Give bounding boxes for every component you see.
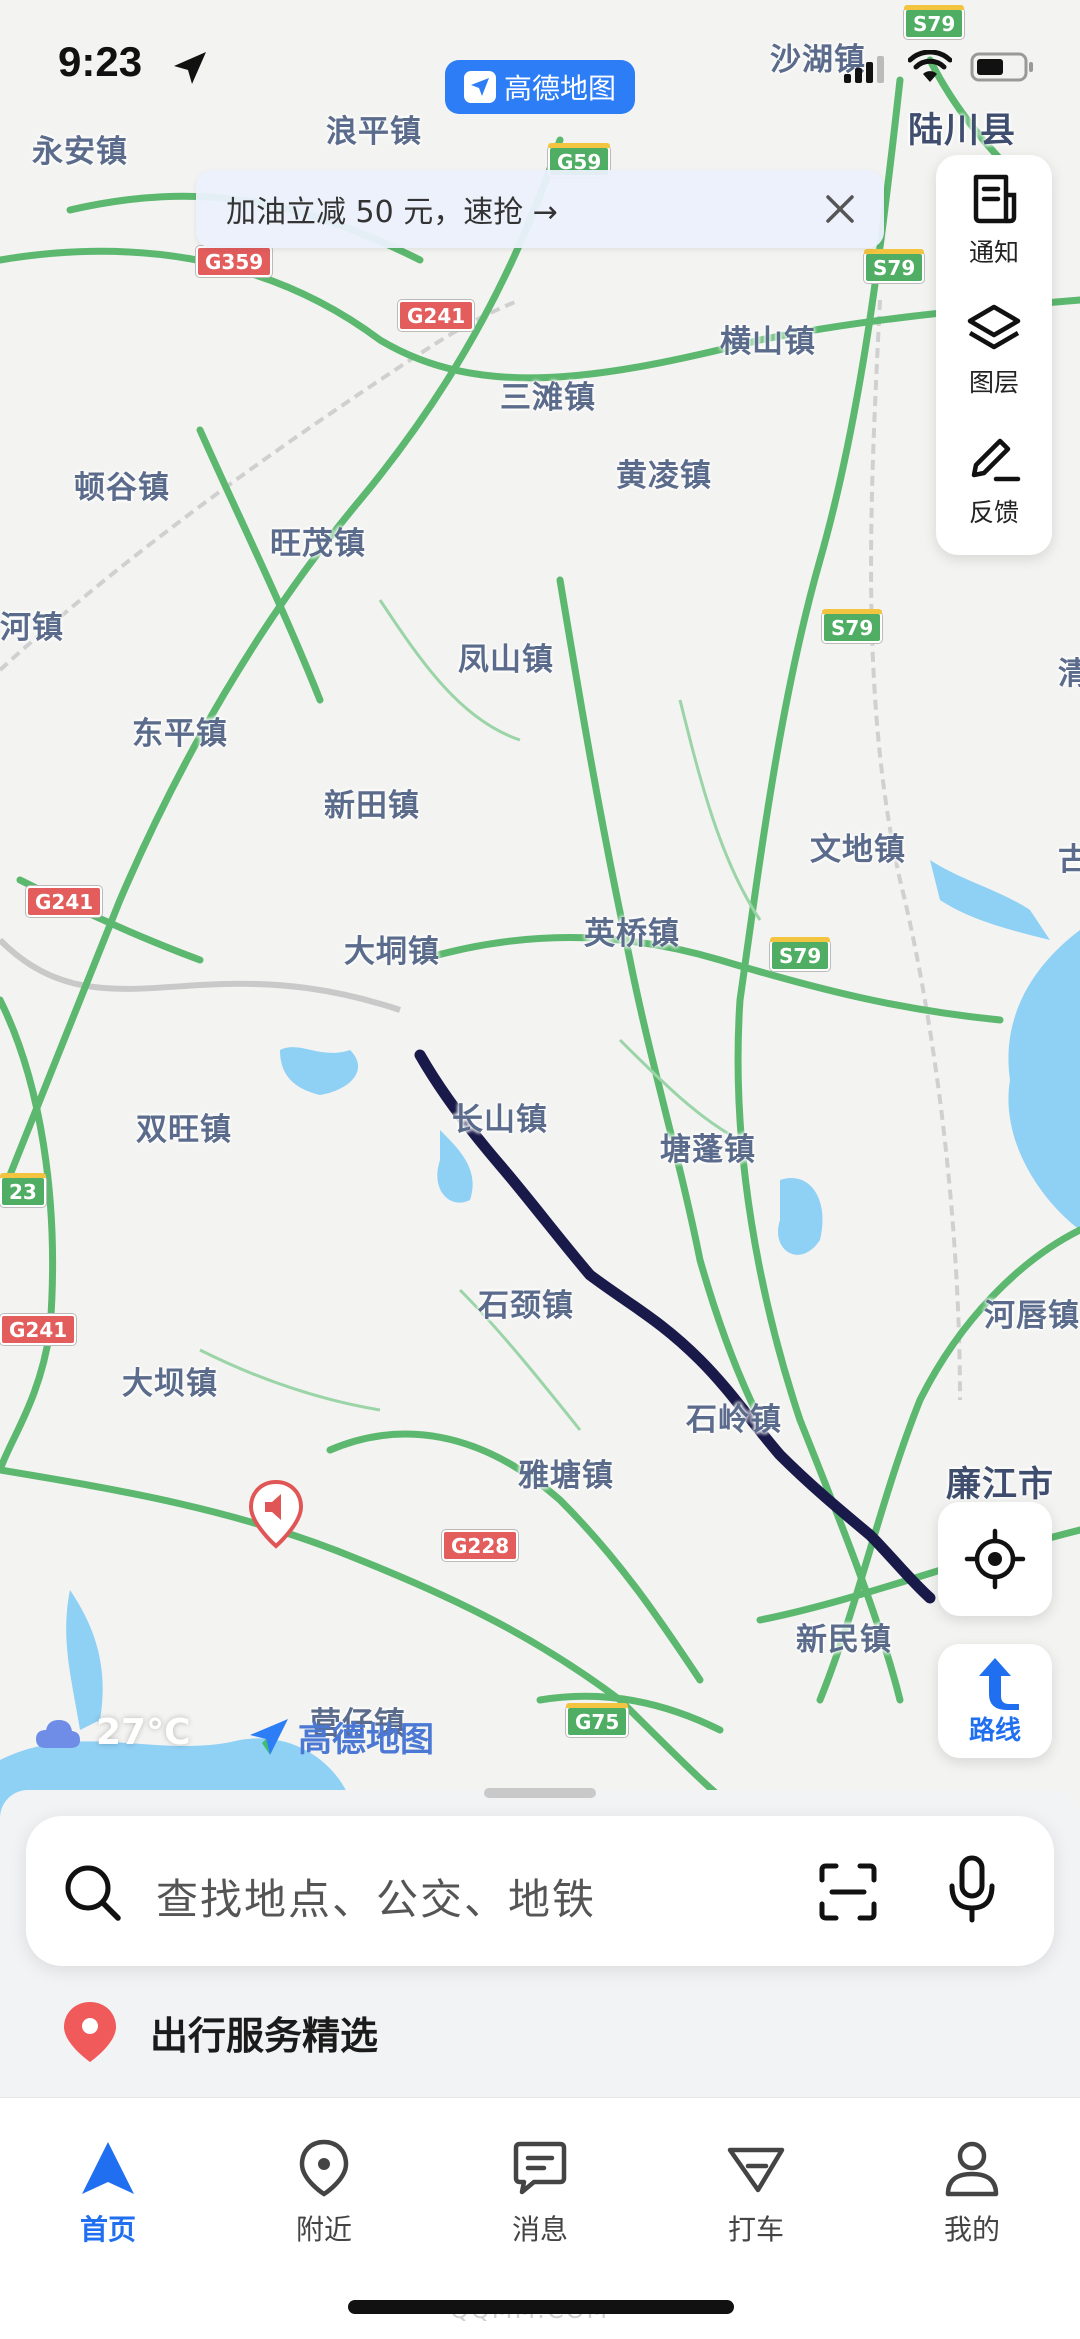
location-arrow-icon (174, 52, 206, 84)
close-icon[interactable] (818, 187, 862, 231)
navigate-arrow-icon (82, 2142, 134, 2194)
place-label: 新民镇 (796, 1622, 892, 1658)
road-shield: G241 (398, 300, 475, 331)
speaker-pin-icon[interactable] (248, 1479, 304, 1550)
place-label: 塘蓬镇 (660, 1132, 756, 1168)
side-label: 图层 (968, 368, 1019, 397)
user-icon (945, 2141, 999, 2197)
tab-taxi[interactable]: 打车 (686, 2138, 826, 2248)
place-label: 双旺镇 (136, 1112, 232, 1148)
road-shield: S79 (864, 249, 925, 283)
app-return-pill[interactable]: 高德地图 (445, 60, 635, 114)
road-shield: G228 (442, 1530, 519, 1561)
map-view[interactable]: 沙湖镇 陆川县 永安镇 浪平镇 横山镇 三滩镇 顿谷镇 黄凌镇 旺茂镇 河镇 凤… (0, 0, 1080, 1830)
place-label: 文地镇 (810, 832, 906, 868)
map-watermark: 高德地图 (248, 1712, 434, 1761)
promo-text: 加油立减 50 元，速抢 → (226, 195, 558, 230)
weather-widget[interactable]: 27°C (34, 1712, 191, 1753)
wifi-icon (908, 50, 952, 82)
place-label: 大坝镇 (122, 1366, 218, 1402)
app-pill-label: 高德地图 (503, 72, 616, 105)
notification-icon (973, 174, 1017, 224)
place-label: 清 (1058, 656, 1080, 692)
notification-button[interactable]: 通知 (936, 155, 1052, 285)
place-label: 长山镇 (452, 1102, 548, 1138)
side-label: 通知 (968, 238, 1019, 267)
side-label: 反馈 (968, 498, 1019, 527)
promo-banner[interactable]: 加油立减 50 元，速抢 → (196, 170, 884, 248)
place-label: 河镇 (0, 610, 64, 646)
sheet-drag-handle[interactable] (484, 1788, 596, 1798)
tab-nearby[interactable]: 附近 (254, 2138, 394, 2248)
road-shield: G241 (0, 1314, 77, 1345)
watermark-text: 高德地图 (298, 1720, 434, 1760)
tab-label: 首页 (79, 2213, 136, 2246)
search-input[interactable]: 查找地点、公交、地铁 (156, 1866, 596, 1927)
road-shield: 23 (0, 1173, 46, 1207)
place-label: 旺茂镇 (270, 526, 366, 562)
tab-label: 打车 (727, 2213, 784, 2246)
road-shield: S79 (822, 609, 883, 643)
nearby-pin-icon (299, 2139, 349, 2197)
cellular-signal-icon (844, 56, 884, 83)
travel-services-row[interactable]: 出行服务精选 (60, 2000, 378, 2064)
place-label: 石岭镇 (686, 1402, 782, 1438)
cloud-icon (36, 1719, 80, 1748)
place-label: 永安镇 (32, 134, 128, 170)
road-shield: G75 (566, 1703, 629, 1737)
place-label: 大垌镇 (344, 934, 440, 970)
tab-label: 我的 (943, 2213, 1000, 2246)
place-label: 顿谷镇 (74, 470, 170, 506)
route-button-label: 路线 (968, 1715, 1021, 1746)
amap-logo-icon (463, 71, 496, 103)
tab-label: 附近 (295, 2213, 352, 2246)
place-label: 东平镇 (132, 716, 228, 752)
tab-home[interactable]: 首页 (38, 2138, 178, 2248)
road-shield: G241 (26, 886, 103, 917)
place-label: 陆川县 (908, 111, 1017, 151)
location-pin-icon (64, 2002, 116, 2062)
route-turn-icon (979, 1657, 1019, 1710)
road-shield: G359 (196, 246, 273, 277)
tab-profile[interactable]: 我的 (902, 2138, 1042, 2248)
layers-button[interactable]: 图层 (936, 285, 1052, 415)
edit-pen-icon (971, 438, 1021, 482)
crosshair-icon (964, 1528, 1026, 1590)
place-label: 三滩镇 (500, 380, 596, 416)
place-label: 黄凌镇 (616, 458, 712, 494)
search-icon (65, 1865, 121, 1921)
search-bar[interactable]: 查找地点、公交、地铁 (26, 1816, 1054, 1966)
place-label: 廉江市 (946, 1465, 1055, 1505)
place-label: 古 (1058, 842, 1080, 878)
place-label: 河唇镇 (984, 1298, 1080, 1334)
place-label: 英桥镇 (584, 916, 680, 952)
map-side-panel: 通知 图层 反馈 (936, 155, 1052, 555)
place-label: 凤山镇 (458, 642, 554, 678)
home-indicator[interactable] (348, 2300, 734, 2314)
place-label: 横山镇 (720, 324, 816, 360)
microphone-icon[interactable] (942, 1854, 1002, 1926)
services-title: 出行服务精选 (150, 2013, 379, 2058)
message-icon (513, 2141, 567, 2195)
layers-icon (967, 304, 1021, 350)
status-bar: 9:23 高德地图 (0, 30, 1080, 114)
amap-watermark-icon (250, 1718, 288, 1755)
place-label: 雅塘镇 (518, 1458, 614, 1494)
weather-temp: 27°C (96, 1712, 191, 1753)
road-shield: S79 (770, 937, 831, 971)
place-label: 石颈镇 (478, 1288, 574, 1324)
battery-icon (970, 52, 1033, 82)
place-label: 新田镇 (324, 788, 420, 824)
status-time: 9:23 (58, 38, 143, 85)
route-button[interactable]: 路线 (938, 1644, 1052, 1758)
feedback-button[interactable]: 反馈 (936, 415, 1052, 545)
taxi-icon (727, 2147, 785, 2193)
tab-label: 消息 (511, 2213, 568, 2246)
locate-button[interactable] (938, 1502, 1052, 1616)
scan-icon[interactable] (816, 1860, 880, 1924)
place-label: 浪平镇 (326, 114, 422, 150)
tab-messages[interactable]: 消息 (470, 2138, 610, 2248)
